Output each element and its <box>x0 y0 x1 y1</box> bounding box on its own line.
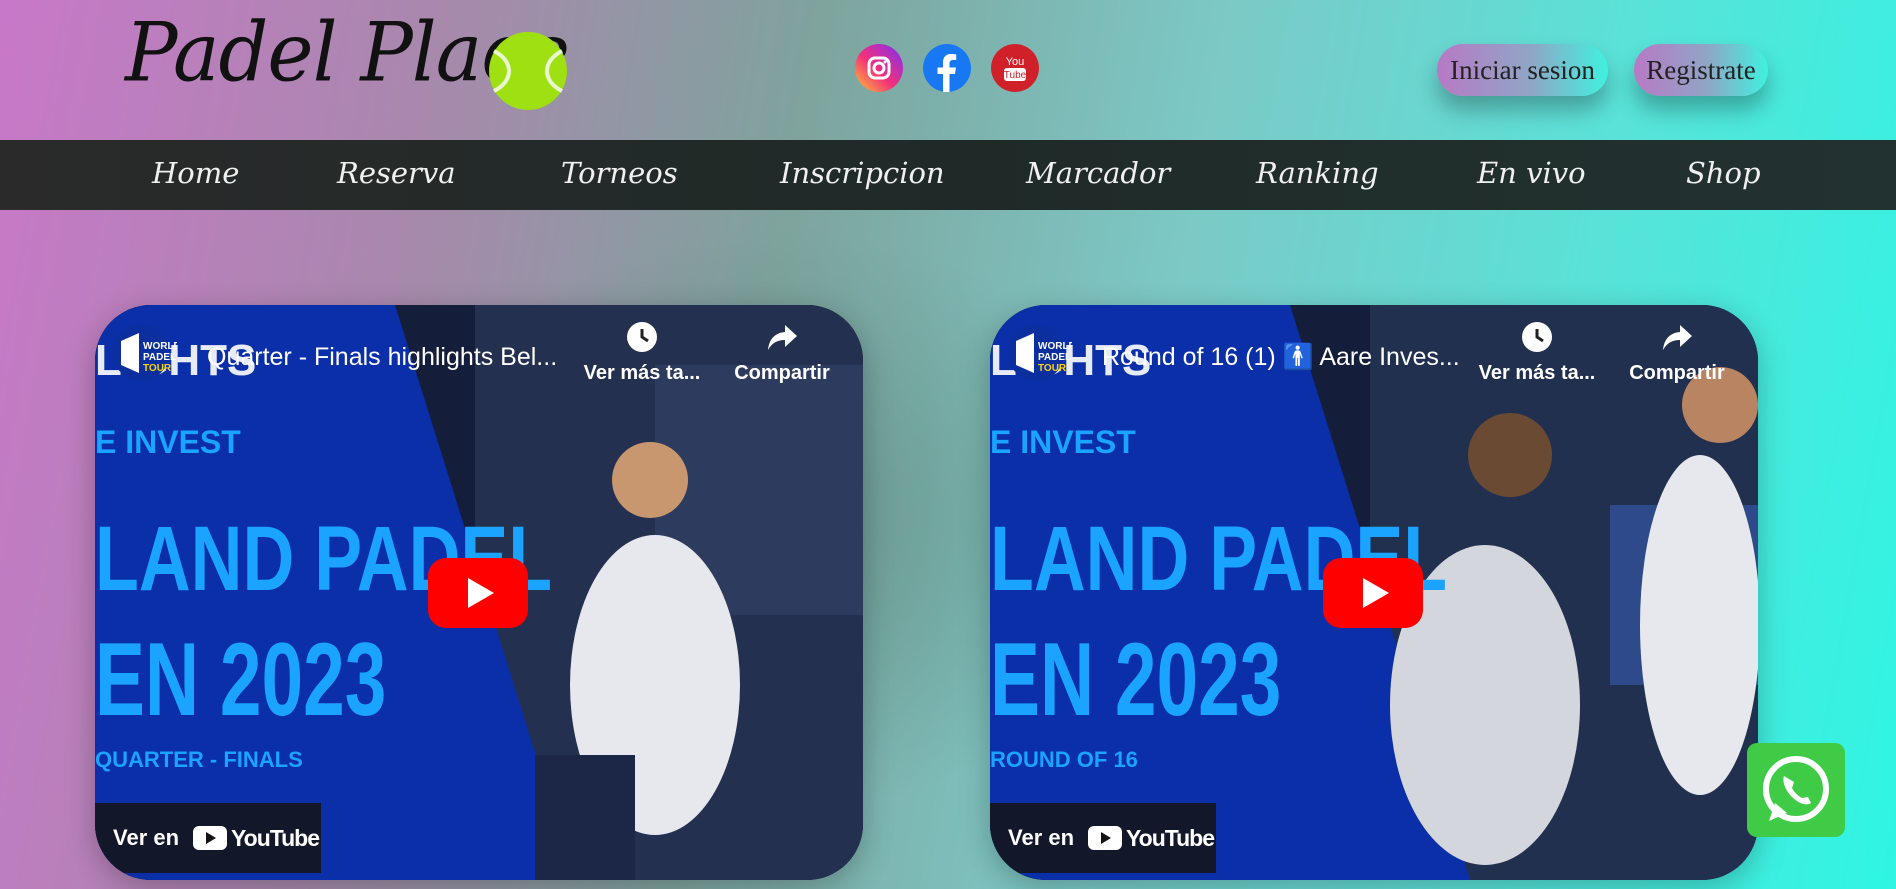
login-button[interactable]: Iniciar sesion <box>1437 44 1608 96</box>
share-label: Compartir <box>734 362 830 384</box>
watch-later-label: Ver más ta... <box>583 362 701 384</box>
padel-ball-icon <box>489 32 567 110</box>
svg-text:Tube: Tube <box>1004 70 1027 81</box>
svg-text:TOUR: TOUR <box>143 363 172 374</box>
video-embed-1[interactable]: E INVEST LAND PADEL EN 2023 QUARTER - FI… <box>95 305 863 880</box>
video-embed-2[interactable]: E INVEST LAND PADEL EN 2023 ROUND OF 16 … <box>990 305 1758 880</box>
main-nav: Home Reserva Torneos Inscripcion Marcado… <box>0 140 1896 210</box>
svg-text:E INVEST: E INVEST <box>990 424 1136 460</box>
play-button-icon[interactable] <box>428 558 528 628</box>
youtube-icon[interactable]: You Tube <box>991 44 1039 92</box>
clock-icon <box>627 322 657 352</box>
watch-later-button[interactable]: Ver más ta... <box>1467 320 1607 385</box>
nav-item-reserva[interactable]: Reserva <box>337 156 456 190</box>
svg-text:PADEL: PADEL <box>143 352 176 363</box>
nav-item-inscripcion[interactable]: Inscripcion <box>780 156 945 190</box>
watch-on-label: Ver en <box>113 825 180 850</box>
channel-logo-icon[interactable]: WORLD PADEL TOUR <box>113 325 177 381</box>
svg-text:WORLD: WORLD <box>1038 341 1072 352</box>
site-header: Padel Place You Tube Iniciar sesion Regi… <box>0 0 1896 140</box>
svg-text:QUARTER - FINALS: QUARTER - FINALS <box>95 747 303 772</box>
youtube-logo-icon <box>1088 826 1123 850</box>
share-arrow-icon <box>1663 325 1692 350</box>
share-label: Compartir <box>1629 362 1725 384</box>
svg-text:TOUR: TOUR <box>1038 363 1067 374</box>
nav-item-torneos[interactable]: Torneos <box>561 156 678 190</box>
nav-item-home[interactable]: Home <box>152 156 239 190</box>
youtube-logo-icon <box>193 826 228 850</box>
channel-logo-icon[interactable]: WORLD PADEL TOUR <box>1008 325 1072 381</box>
watch-on-label: Ver en <box>1008 825 1075 850</box>
watch-later-button[interactable]: Ver más ta... <box>572 320 712 385</box>
nav-item-shop[interactable]: Shop <box>1686 156 1761 190</box>
nav-item-en-vivo[interactable]: En vivo <box>1477 156 1586 190</box>
svg-text:ROUND OF 16: ROUND OF 16 <box>990 747 1138 772</box>
svg-text:You: You <box>1006 56 1025 68</box>
youtube-wordmark: YouTube <box>1126 824 1215 851</box>
share-arrow-icon <box>768 325 797 350</box>
video-title[interactable]: Quarter - Finals highlights Bel... <box>207 343 557 372</box>
watch-on-youtube-button[interactable]: Ver en YouTube <box>990 803 1216 873</box>
nav-item-ranking[interactable]: Ranking <box>1256 156 1379 190</box>
svg-text:EN 2023: EN 2023 <box>95 622 386 738</box>
watch-later-label: Ver más ta... <box>1478 362 1596 384</box>
clock-icon <box>1522 322 1552 352</box>
youtube-wordmark: YouTube <box>231 824 320 851</box>
facebook-icon[interactable] <box>923 44 971 92</box>
register-button[interactable]: Registrate <box>1634 44 1768 96</box>
play-button-icon[interactable] <box>1323 558 1423 628</box>
nav-item-marcador[interactable]: Marcador <box>1026 156 1170 190</box>
svg-text:WORLD: WORLD <box>143 341 177 352</box>
whatsapp-icon[interactable] <box>1747 743 1845 837</box>
share-button[interactable]: Compartir <box>712 320 852 385</box>
watch-on-youtube-button[interactable]: Ver en YouTube <box>95 803 321 873</box>
svg-text:PADEL: PADEL <box>1038 352 1071 363</box>
share-button[interactable]: Compartir <box>1607 320 1747 385</box>
svg-text:E INVEST: E INVEST <box>95 424 241 460</box>
svg-text:EN 2023: EN 2023 <box>990 622 1281 738</box>
instagram-icon[interactable] <box>855 44 903 92</box>
video-title[interactable]: Round of 16 (1) 🚹 Aare Inves... <box>1102 343 1460 372</box>
